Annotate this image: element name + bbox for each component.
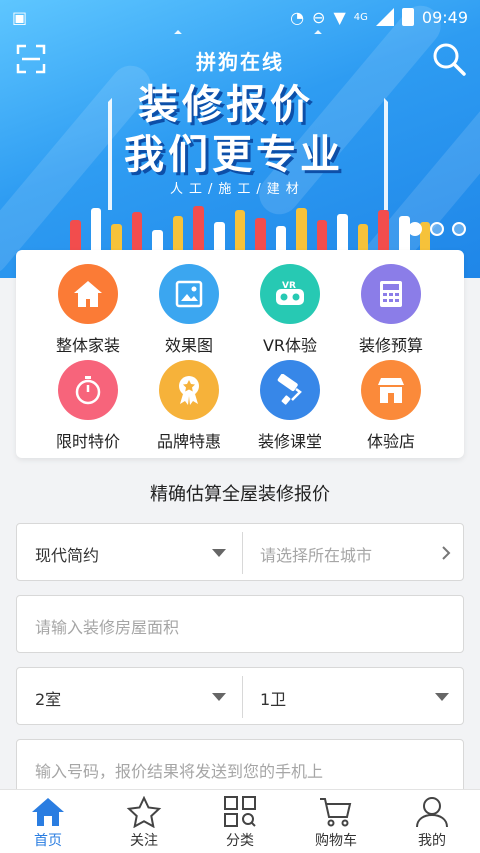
tab-label: 购物车 [315,833,357,849]
tab-category[interactable]: 分类 [192,790,288,853]
rooms-select[interactable]: 2室 [17,668,242,724]
tab-label: 首页 [34,833,62,849]
category-label: 装修课堂 [257,432,322,451]
banner-title-line2: 我们更专业 [124,132,344,178]
category-item-brand-deals[interactable]: 品牌特惠 [139,360,239,452]
banner-brand: 拼狗在线 [196,50,284,74]
category-grid: 整体家装 效果图 VR VR体验 装修预算 限时特价 品牌特惠 装修课堂 体验店 [16,250,464,458]
chevron-down-icon [212,549,226,557]
phone-input-placeholder: 输入号码，报价结果将发送到您的手机上 [35,762,324,781]
category-item-budget[interactable]: 装修预算 [341,264,441,356]
category-label: 装修预算 [358,336,423,355]
user-icon [416,797,448,828]
battery-icon [401,8,414,26]
category-item-whole-house[interactable]: 整体家装 [38,264,138,356]
baths-select[interactable]: 1卫 [243,668,463,724]
stopwatch-icon [58,360,118,420]
scan-icon[interactable] [16,44,46,74]
carousel-dot[interactable] [430,222,444,236]
home-icon [58,264,118,324]
category-item-experience-store[interactable]: 体验店 [341,360,441,452]
category-item-classroom[interactable]: 装修课堂 [240,360,340,452]
category-label: 效果图 [164,336,213,355]
paint-roller-icon [260,360,320,420]
carousel-dot[interactable] [408,222,422,236]
area-field[interactable]: 请输入装修房屋面积 [16,595,464,653]
rooms-select-value: 2室 [35,690,62,709]
style-city-row: 现代简约 请选择所在城市 [16,523,464,581]
carousel-indicator[interactable] [408,222,466,236]
chevron-right-icon [442,546,451,560]
search-icon[interactable] [432,42,466,76]
store-icon [361,360,421,420]
svg-text:VR: VR [282,281,296,291]
chevron-down-icon [212,693,226,701]
category-label: 限时特价 [55,432,120,451]
category-grid-icon [224,796,256,827]
tab-mine[interactable]: 我的 [384,790,480,853]
city-select-placeholder: 请选择所在城市 [260,546,373,565]
alarm-icon: ◔ [290,7,305,27]
network-type: 4G [353,11,368,23]
cart-icon [320,798,352,827]
city-select[interactable]: 请选择所在城市 [243,524,463,580]
home-tab-icon [32,798,64,826]
calculator-icon [361,264,421,324]
category-item-renderings[interactable]: 效果图 [139,264,239,356]
tab-home[interactable]: 首页 [0,790,96,853]
area-input-placeholder: 请输入装修房屋面积 [35,618,180,637]
category-label: 整体家装 [55,336,120,355]
bottom-tab-bar: 首页 关注 分类 购物车 我的 [0,789,480,853]
category-label: 品牌特惠 [156,432,221,451]
style-select[interactable]: 现代简约 [17,524,242,580]
signal-icon [375,8,394,26]
dnd-icon: ⊖ [312,7,326,27]
quote-section-title: 精确估算全屋装修报价 [150,484,330,505]
carousel-dot[interactable] [452,222,466,236]
status-bar: ▣ ◔ ⊖ ▼ 4G 09:49 [0,0,480,34]
banner-subtitle: 人工/施工/建材 [170,182,305,197]
tab-label: 我的 [418,833,446,849]
medal-icon [159,360,219,420]
rooms-baths-row: 2室 1卫 [16,667,464,725]
tab-cart[interactable]: 购物车 [288,790,384,853]
wifi-icon: ▼ [333,7,346,27]
promo-banner[interactable]: ▣ ◔ ⊖ ▼ 4G 09:49 拼狗在线 装修报价 我们更专业 人工/施工/建… [0,0,480,278]
vr-icon: VR [260,264,320,324]
star-icon [126,796,162,828]
notification-icon: ▣ [12,7,28,27]
baths-select-value: 1卫 [260,690,287,709]
category-item-vr[interactable]: VR VR体验 [240,264,340,356]
style-select-value: 现代简约 [35,546,100,565]
tab-label: 关注 [130,833,158,849]
picture-icon [159,264,219,324]
tab-follow[interactable]: 关注 [96,790,192,853]
status-time: 09:49 [421,7,468,27]
category-label: VR体验 [262,336,318,355]
chevron-down-icon [435,693,449,701]
category-label: 体验店 [366,432,415,451]
category-item-flash-sale[interactable]: 限时特价 [38,360,138,452]
tab-label: 分类 [226,833,254,849]
